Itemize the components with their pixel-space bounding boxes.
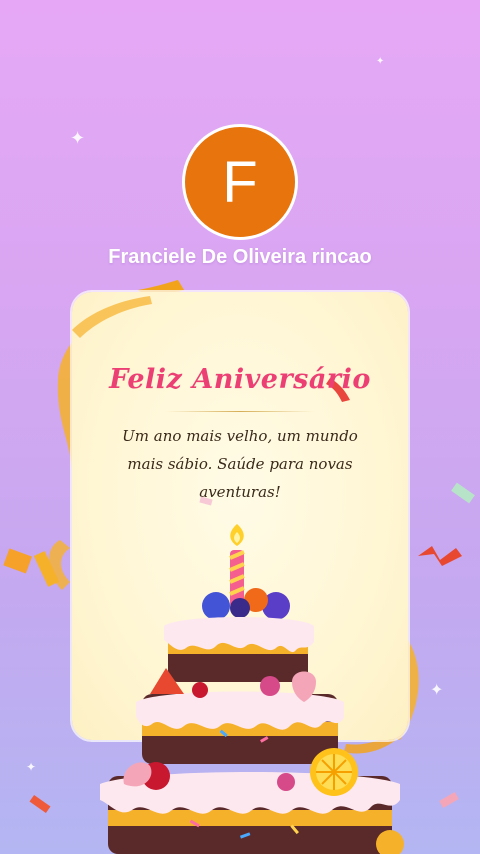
birthday-screen: ✦ ✦ ✦ ✦ F Franciele De Oliveira rincao F… (0, 0, 480, 854)
birthday-cake-icon (100, 524, 404, 854)
